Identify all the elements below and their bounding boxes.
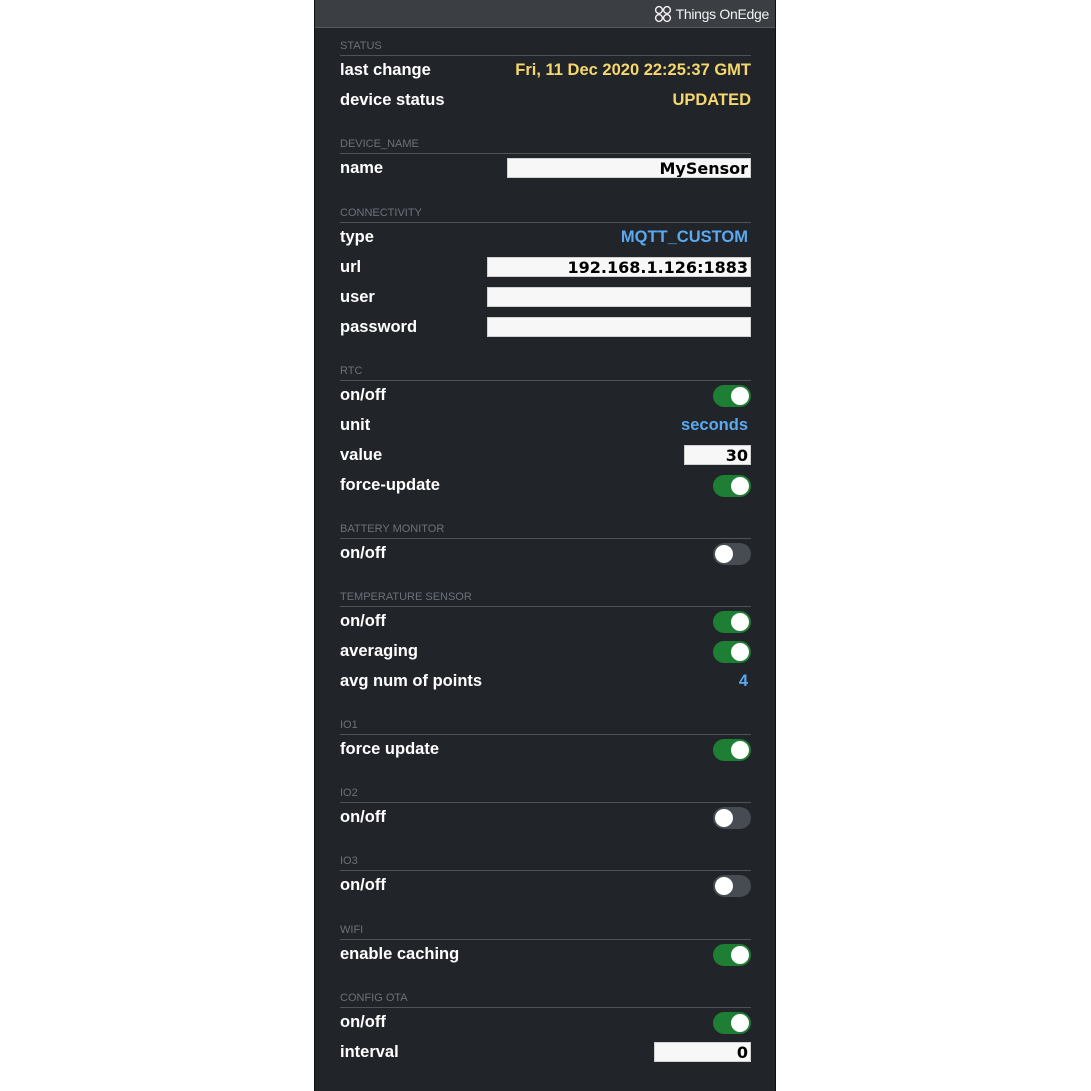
temp-onoff-toggle[interactable] xyxy=(713,611,751,633)
name-label: name xyxy=(340,159,384,177)
toggle-knob xyxy=(731,1014,749,1032)
toggle-knob xyxy=(731,613,749,631)
section-title: STATUS xyxy=(340,40,751,56)
top-bar: Things OnEdge xyxy=(315,0,775,28)
section-title: BATTERY MONITOR xyxy=(340,523,751,539)
row-temp-averaging: averaging xyxy=(340,636,751,666)
ota-interval-label: interval xyxy=(340,1043,399,1061)
last-change-label: last change xyxy=(340,61,431,79)
row-rtc-unit: unit seconds xyxy=(340,410,751,440)
io3-onoff-label: on/off xyxy=(340,876,386,894)
row-ota-onoff: on/off xyxy=(340,1007,751,1037)
toggle-knob xyxy=(715,877,733,895)
name-input[interactable] xyxy=(507,158,751,178)
rtc-value-label: value xyxy=(340,446,383,464)
rtc-value-input[interactable] xyxy=(684,445,751,465)
things-onedge-logo-icon xyxy=(654,5,671,23)
rtc-unit-select[interactable]: seconds xyxy=(681,410,748,440)
toggle-knob xyxy=(731,387,749,405)
rtc-onoff-toggle[interactable] xyxy=(713,385,751,407)
section-title: IO1 xyxy=(340,719,751,735)
toggle-knob xyxy=(731,741,749,759)
battery-onoff-toggle[interactable] xyxy=(713,543,751,565)
section-title: IO2 xyxy=(340,787,751,803)
row-wifi-caching: enable caching xyxy=(340,939,751,969)
io2-onoff-label: on/off xyxy=(340,808,386,826)
section-title: TEMPERATURE SENSOR xyxy=(340,591,751,607)
io1-force-update-toggle[interactable] xyxy=(713,739,751,761)
io3-onoff-toggle[interactable] xyxy=(713,875,751,897)
row-temp-onoff: on/off xyxy=(340,606,751,636)
password-input[interactable] xyxy=(487,317,751,337)
row-type: type MQTT_CUSTOM xyxy=(340,222,751,252)
wifi-caching-label: enable caching xyxy=(340,945,460,963)
section-title: WIFI xyxy=(340,924,751,940)
row-rtc-force-update: force-update xyxy=(340,470,751,500)
brand-logo: Things OnEdge xyxy=(652,4,769,24)
type-label: type xyxy=(340,228,374,246)
rtc-unit-label: unit xyxy=(340,416,371,434)
rtc-force-update-toggle[interactable] xyxy=(713,475,751,497)
row-name: name xyxy=(340,153,751,183)
row-url: url xyxy=(340,252,751,282)
section-title: DEVICE_NAME xyxy=(340,138,751,154)
toggle-knob xyxy=(715,545,733,563)
ota-onoff-label: on/off xyxy=(340,1013,386,1031)
temp-averaging-toggle[interactable] xyxy=(713,641,751,663)
last-change-value: Fri, 11 Dec 2020 22:25:37 GMT xyxy=(515,61,751,79)
section-title: RTC xyxy=(340,365,751,381)
type-select[interactable]: MQTT_CUSTOM xyxy=(621,222,748,252)
row-rtc-onoff: on/off xyxy=(340,380,751,410)
row-rtc-value: value xyxy=(340,440,751,470)
row-battery-onoff: on/off xyxy=(340,538,751,568)
wifi-caching-toggle[interactable] xyxy=(713,944,751,966)
section-title: CONNECTIVITY xyxy=(340,207,751,223)
section-title: CONFIG OTA xyxy=(340,992,751,1008)
temp-avg-points-select[interactable]: 4 xyxy=(739,666,748,696)
battery-onoff-label: on/off xyxy=(340,544,386,562)
toggle-knob xyxy=(731,477,749,495)
row-password: password xyxy=(340,312,751,342)
brand-name: Things OnEdge xyxy=(675,6,770,22)
device-status-value: UPDATED xyxy=(672,91,751,109)
temp-averaging-label: averaging xyxy=(340,642,418,660)
toggle-knob xyxy=(731,643,749,661)
row-ota-interval: interval xyxy=(340,1037,751,1067)
device-config-panel: Things OnEdge STATUS last change Fri, 11… xyxy=(314,0,776,1091)
user-label: user xyxy=(340,288,375,306)
toggle-knob xyxy=(715,809,733,827)
row-user: user xyxy=(340,282,751,312)
rtc-force-update-label: force-update xyxy=(340,476,440,494)
ota-interval-input[interactable] xyxy=(654,1042,751,1062)
temp-onoff-label: on/off xyxy=(340,612,386,630)
rtc-onoff-label: on/off xyxy=(340,386,386,404)
ota-onoff-toggle[interactable] xyxy=(713,1012,751,1034)
url-input[interactable] xyxy=(487,257,751,277)
row-io2-onoff: on/off xyxy=(340,802,751,832)
toggle-knob xyxy=(731,946,749,964)
device-status-label: device status xyxy=(340,91,445,109)
row-io3-onoff: on/off xyxy=(340,870,751,900)
row-temp-avg-points: avg num of points 4 xyxy=(340,666,751,696)
url-label: url xyxy=(340,258,362,276)
section-title: IO3 xyxy=(340,855,751,871)
io1-force-update-label: force update xyxy=(340,740,440,758)
password-label: password xyxy=(340,318,418,336)
row-last-change: last change Fri, 11 Dec 2020 22:25:37 GM… xyxy=(340,55,751,85)
io2-onoff-toggle[interactable] xyxy=(713,807,751,829)
row-device-status: device status UPDATED xyxy=(340,85,751,115)
user-input[interactable] xyxy=(487,287,751,307)
temp-avg-points-label: avg num of points xyxy=(340,672,483,690)
row-io1-force-update: force update xyxy=(340,734,751,764)
